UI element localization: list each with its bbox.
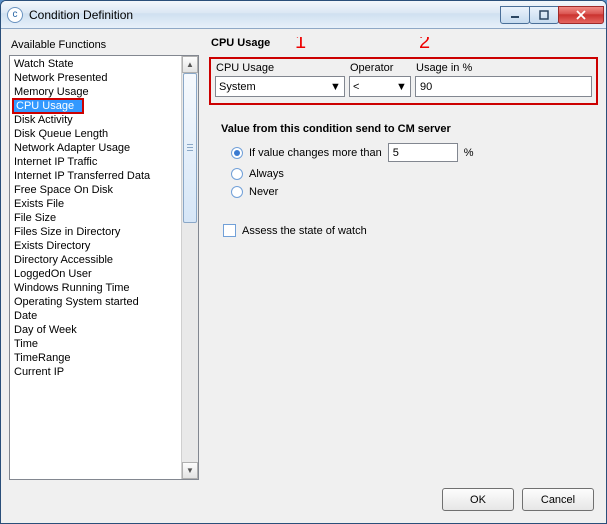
available-functions-panel: Available Functions Watch StateNetwork P…: [9, 37, 199, 480]
condition-parameters-group: CPU Usage System ▼ Operator < ▼: [209, 57, 598, 105]
functions-listbox-wrap: Watch StateNetwork PresentedMemory Usage…: [9, 55, 199, 480]
radio-never[interactable]: Never: [221, 186, 598, 198]
value-send-section: Value from this condition send to CM ser…: [209, 123, 598, 237]
maximize-icon: [539, 10, 549, 20]
list-item[interactable]: Windows Running Time: [10, 281, 181, 295]
condition-definition-dialog: c Condition Definition Available Functio…: [0, 0, 607, 524]
list-item[interactable]: Time: [10, 337, 181, 351]
scroll-up-button[interactable]: ▲: [182, 56, 198, 73]
annotation-1: 1: [295, 37, 306, 54]
operator-value: <: [353, 81, 359, 93]
change-threshold-value: 5: [393, 147, 399, 159]
list-item[interactable]: Network Presented: [10, 71, 181, 85]
close-icon: [575, 10, 587, 20]
annotation-2: 2: [419, 37, 430, 54]
radio-if-value-changes[interactable]: If value changes more than 5 %: [221, 143, 598, 162]
usage-percent-label: Usage in %: [415, 62, 592, 74]
radio-icon: [231, 186, 243, 198]
dialog-button-row: OK Cancel: [9, 480, 598, 515]
available-functions-header: Available Functions: [9, 37, 199, 55]
cpu-usage-label: CPU Usage: [215, 62, 345, 74]
value-send-title: Value from this condition send to CM ser…: [221, 123, 598, 135]
ok-button[interactable]: OK: [442, 488, 514, 511]
list-item[interactable]: CPU Usage: [12, 98, 84, 114]
cpu-usage-value: System: [219, 81, 256, 93]
change-threshold-input[interactable]: 5: [388, 143, 458, 162]
operator-select[interactable]: < ▼: [349, 76, 411, 97]
assess-watch-checkbox-row[interactable]: Assess the state of watch: [221, 224, 598, 237]
list-item[interactable]: Memory Usage: [10, 85, 181, 99]
list-item[interactable]: Free Space On Disk: [10, 183, 181, 197]
list-item[interactable]: Internet IP Transferred Data: [10, 169, 181, 183]
list-item[interactable]: Network Adapter Usage: [10, 141, 181, 155]
list-item[interactable]: Disk Queue Length: [10, 127, 181, 141]
list-item[interactable]: Day of Week: [10, 323, 181, 337]
list-item[interactable]: Exists Directory: [10, 239, 181, 253]
app-icon: c: [7, 7, 23, 23]
titlebar[interactable]: c Condition Definition: [1, 1, 606, 29]
list-item[interactable]: Current IP: [10, 365, 181, 379]
chevron-down-icon: ▼: [327, 77, 344, 96]
maximize-button[interactable]: [529, 6, 559, 24]
listbox-scrollbar[interactable]: ▲ ▼: [181, 56, 198, 479]
list-item[interactable]: Watch State: [10, 57, 181, 71]
condition-header: CPU Usage: [209, 37, 270, 53]
usage-percent-input[interactable]: 90: [415, 76, 592, 97]
list-item[interactable]: Directory Accessible: [10, 253, 181, 267]
minimize-button[interactable]: [500, 6, 530, 24]
list-item[interactable]: Disk Activity: [10, 113, 181, 127]
functions-listbox[interactable]: Watch StateNetwork PresentedMemory Usage…: [10, 56, 181, 479]
radio-icon: [231, 147, 243, 159]
change-threshold-unit: %: [464, 147, 474, 159]
radio-never-label: Never: [249, 186, 278, 198]
list-item[interactable]: Exists File: [10, 197, 181, 211]
list-item[interactable]: TimeRange: [10, 351, 181, 365]
scroll-thumb[interactable]: [183, 73, 197, 223]
radio-icon: [231, 168, 243, 180]
radio-always-label: Always: [249, 168, 284, 180]
chevron-down-icon: ▼: [393, 77, 410, 96]
list-item[interactable]: File Size: [10, 211, 181, 225]
condition-settings-panel: CPU Usage 1 2 CPU Usage System ▼ Operato…: [209, 37, 598, 480]
radio-always[interactable]: Always: [221, 168, 598, 180]
close-button[interactable]: [558, 6, 604, 24]
usage-percent-value: 90: [420, 81, 432, 93]
scroll-track[interactable]: [182, 73, 198, 462]
cpu-usage-select[interactable]: System ▼: [215, 76, 345, 97]
list-item[interactable]: LoggedOn User: [10, 267, 181, 281]
list-item[interactable]: Internet IP Traffic: [10, 155, 181, 169]
assess-watch-label: Assess the state of watch: [242, 225, 367, 237]
dialog-content: Available Functions Watch StateNetwork P…: [1, 29, 606, 523]
list-item[interactable]: Date: [10, 309, 181, 323]
checkbox-icon: [223, 224, 236, 237]
list-item[interactable]: Files Size in Directory: [10, 225, 181, 239]
scroll-down-button[interactable]: ▼: [182, 462, 198, 479]
radio-change-label: If value changes more than: [249, 147, 382, 159]
minimize-icon: [510, 10, 520, 20]
window-title: Condition Definition: [29, 8, 501, 22]
cancel-button[interactable]: Cancel: [522, 488, 594, 511]
list-item[interactable]: Operating System started: [10, 295, 181, 309]
operator-label: Operator: [349, 62, 411, 74]
